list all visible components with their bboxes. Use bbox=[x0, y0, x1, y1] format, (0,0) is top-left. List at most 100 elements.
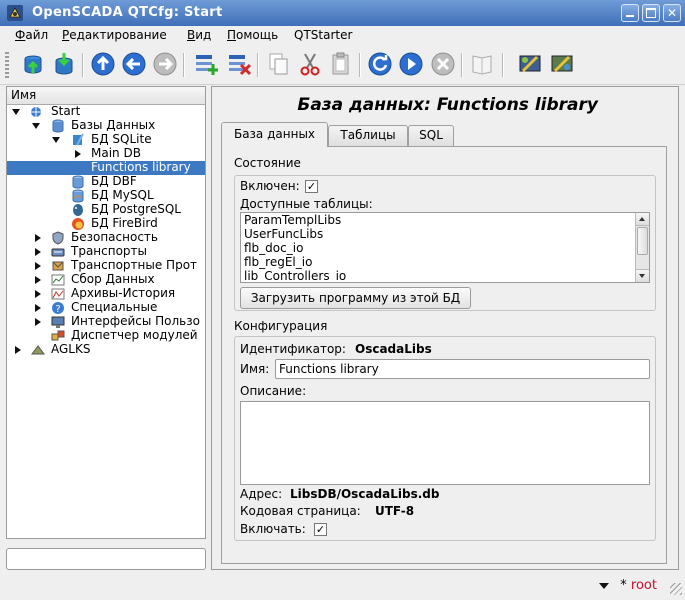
paste-icon[interactable] bbox=[328, 51, 354, 77]
toolbar-grip[interactable] bbox=[5, 52, 9, 78]
back-icon[interactable] bbox=[121, 51, 147, 77]
tree-item-databases[interactable]: Базы Данных bbox=[7, 119, 205, 133]
refresh-icon[interactable] bbox=[367, 51, 393, 77]
start-icon[interactable] bbox=[398, 51, 424, 77]
expand-arrow-icon[interactable] bbox=[35, 304, 41, 312]
copy-icon[interactable] bbox=[266, 51, 292, 77]
database-icon bbox=[52, 119, 64, 133]
name-input[interactable]: Functions library bbox=[275, 359, 650, 379]
tables-scrollbar[interactable] bbox=[635, 213, 649, 282]
stop-icon[interactable] bbox=[430, 51, 456, 77]
modules-icon bbox=[51, 330, 65, 341]
tree-item-archives-history[interactable]: Архивы-История bbox=[7, 287, 205, 301]
scroll-down-button[interactable] bbox=[636, 269, 649, 282]
tree-item-db-sqlite[interactable]: БД SQLite bbox=[7, 133, 205, 147]
db-save-icon[interactable] bbox=[51, 51, 77, 77]
toolbar-separator bbox=[359, 53, 361, 77]
tree-item-transport-protocols[interactable]: Транспортные Прот bbox=[7, 259, 205, 273]
expand-arrow-icon[interactable] bbox=[75, 150, 81, 158]
delete-item-icon[interactable] bbox=[226, 51, 252, 77]
description-textarea[interactable] bbox=[240, 401, 650, 485]
menu-edit[interactable]: Редактирование bbox=[62, 28, 167, 42]
menu-help[interactable]: Помощь bbox=[227, 28, 278, 42]
expand-arrow-icon[interactable] bbox=[35, 318, 41, 326]
dbf-icon bbox=[72, 175, 84, 189]
list-item[interactable]: UserFuncLibs bbox=[244, 227, 323, 241]
list-item[interactable]: flb_regEl_io bbox=[244, 255, 312, 269]
scroll-thumb[interactable] bbox=[637, 227, 648, 255]
collapse-arrow-icon[interactable] bbox=[12, 109, 20, 115]
codepage-value: UTF-8 bbox=[375, 504, 415, 518]
tree-item-security[interactable]: Безопасность bbox=[7, 231, 205, 245]
vision-icon[interactable] bbox=[549, 51, 575, 77]
tree-item-functions-library[interactable]: Functions library bbox=[7, 161, 205, 175]
tab-tables[interactable]: Таблицы bbox=[328, 125, 408, 146]
status-bar: * root bbox=[0, 574, 685, 598]
collapse-arrow-icon[interactable] bbox=[52, 137, 60, 143]
expand-arrow-icon[interactable] bbox=[15, 346, 21, 354]
add-item-icon[interactable] bbox=[193, 51, 219, 77]
list-item[interactable]: ParamTemplLibs bbox=[244, 213, 341, 227]
id-value: OscadaLibs bbox=[355, 342, 432, 356]
page-title: База данных: Functions library bbox=[297, 95, 598, 115]
tree-item-db-postgresql[interactable]: БД PostgreSQL bbox=[7, 203, 205, 217]
expand-arrow-icon[interactable] bbox=[35, 234, 41, 242]
tree-item-transports[interactable]: Транспорты bbox=[7, 245, 205, 259]
tree-item-main-db[interactable]: Main DB bbox=[7, 147, 205, 161]
db-load-icon[interactable] bbox=[20, 51, 46, 77]
user-menu-arrow-icon[interactable] bbox=[599, 583, 609, 589]
openscada-app-icon[interactable] bbox=[6, 4, 24, 22]
data-acquisition-icon bbox=[51, 274, 65, 286]
resize-grip[interactable] bbox=[670, 583, 682, 595]
window-title: OpenSCADA QTCfg: Start bbox=[32, 5, 223, 20]
expand-arrow-icon[interactable] bbox=[35, 290, 41, 298]
enabled-label: Включен: bbox=[240, 179, 300, 193]
expand-arrow-icon[interactable] bbox=[35, 248, 41, 256]
tree-item-data-acquisition[interactable]: Сбор Данных bbox=[7, 273, 205, 287]
list-item[interactable]: flb_doc_io bbox=[244, 241, 303, 255]
expand-arrow-icon[interactable] bbox=[35, 262, 41, 270]
codepage-label: Кодовая страница: bbox=[240, 504, 361, 518]
scroll-up-button[interactable] bbox=[636, 213, 649, 226]
enable-on-start-checkbox[interactable]: ✓ bbox=[314, 523, 327, 536]
close-icon: ✕ bbox=[666, 6, 678, 20]
load-from-db-button[interactable]: Загрузить программу из этой БД bbox=[240, 287, 471, 309]
maximize-button[interactable] bbox=[642, 4, 660, 22]
minimize-button[interactable] bbox=[621, 4, 639, 22]
up-icon[interactable] bbox=[90, 51, 116, 77]
tree-column-header[interactable]: Имя bbox=[7, 87, 205, 105]
menu-qtstarter[interactable]: QTStarter bbox=[294, 28, 352, 42]
tree-item-start[interactable]: Start bbox=[7, 105, 205, 119]
toolbar-separator bbox=[82, 53, 84, 77]
tree-item-db-dbf[interactable]: БД DBF bbox=[7, 175, 205, 189]
menu-file[interactable]: Файл bbox=[15, 28, 48, 42]
tables-label: Доступные таблицы: bbox=[240, 197, 373, 211]
forward-icon[interactable] bbox=[152, 51, 178, 77]
tree-item-module-manager[interactable]: Диспетчер модулей bbox=[7, 329, 205, 343]
cut-icon[interactable] bbox=[297, 51, 323, 77]
tree-item-db-mysql[interactable]: БД MySQL bbox=[7, 189, 205, 203]
tree-item-aglks[interactable]: AGLKS bbox=[7, 343, 205, 357]
menu-view[interactable]: Вид bbox=[187, 28, 211, 42]
tree-item-user-interfaces[interactable]: Интерфейсы Пользо bbox=[7, 315, 205, 329]
tree-filter-input[interactable] bbox=[6, 548, 206, 570]
tables-list[interactable]: ParamTemplLibs UserFuncLibs flb_doc_io f… bbox=[240, 212, 650, 283]
id-label: Идентификатор: bbox=[240, 342, 346, 356]
list-item[interactable]: lib_Controllers_io bbox=[244, 269, 346, 282]
close-button[interactable]: ✕ bbox=[663, 4, 681, 22]
main-window: OpenSCADA QTCfg: Start ✕ Файл Редактиров… bbox=[0, 0, 685, 600]
collapse-arrow-icon[interactable] bbox=[32, 123, 40, 129]
status-user[interactable]: * root bbox=[620, 578, 657, 593]
description-label: Описание: bbox=[240, 384, 307, 398]
expand-arrow-icon[interactable] bbox=[35, 276, 41, 284]
qtcfg-icon[interactable] bbox=[517, 51, 543, 77]
enabled-checkbox[interactable]: ✓ bbox=[305, 180, 318, 193]
tree-item-specials[interactable]: ? Специальные bbox=[7, 301, 205, 315]
navigation-tree[interactable]: Имя Start Базы Данных БД SQLite Main DB … bbox=[6, 86, 206, 539]
tree-item-db-firebird[interactable]: БД FireBird bbox=[7, 217, 205, 231]
tab-sql[interactable]: SQL bbox=[408, 125, 454, 146]
tab-database[interactable]: База данных bbox=[221, 122, 328, 147]
title-bar[interactable]: OpenSCADA QTCfg: Start ✕ bbox=[0, 0, 685, 26]
about-icon[interactable] bbox=[469, 51, 495, 77]
toolbar-separator bbox=[257, 53, 259, 77]
